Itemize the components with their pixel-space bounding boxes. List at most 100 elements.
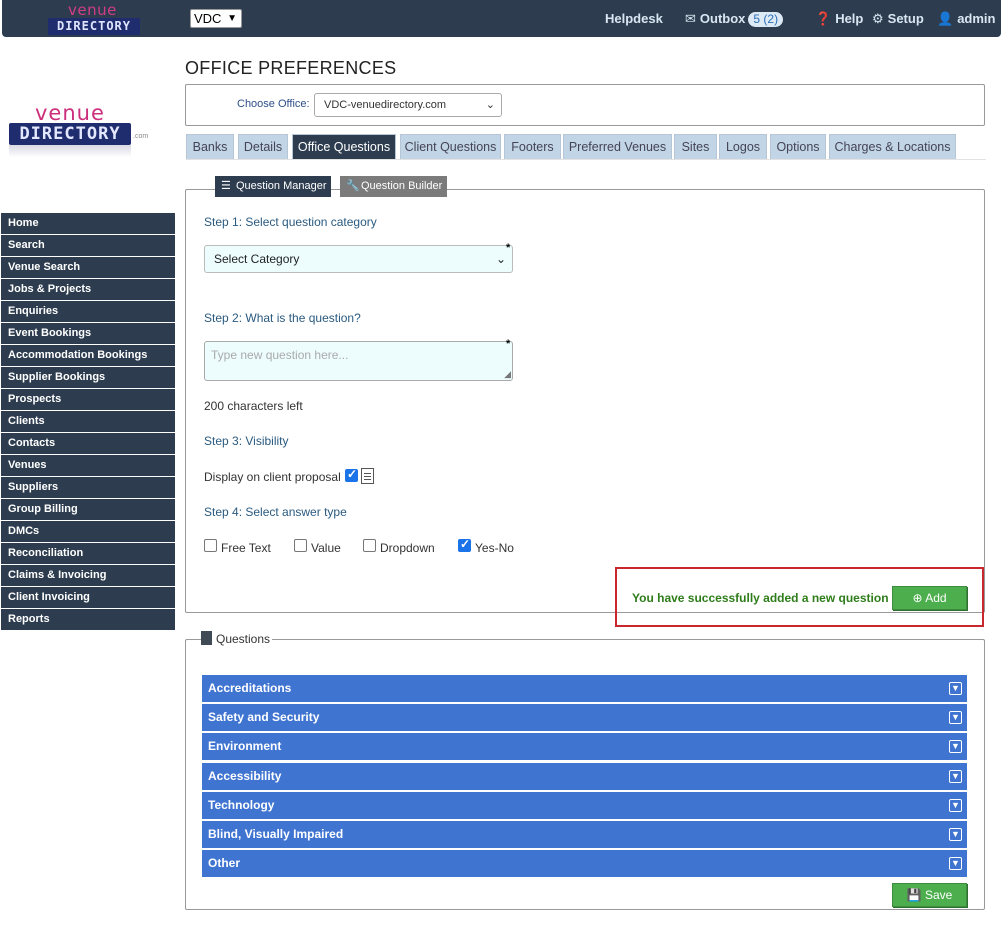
dropdown-label: Dropdown [380, 541, 435, 555]
envelope-icon: ✉ [685, 11, 696, 26]
expand-caret-icon[interactable]: ▼ [949, 682, 962, 695]
question-manager-button[interactable]: ☰ Question Manager [215, 176, 331, 197]
question-placeholder: Type new question here... [211, 348, 349, 362]
top-navbar: venue DIRECTORY VDC ▼ Helpdesk ✉ Outbox 5 … [2, 0, 1001, 37]
choose-office-value: VDC-venuedirectory.com [324, 99, 447, 111]
top-logo[interactable]: venue DIRECTORY [46, 1, 142, 35]
question-textarea[interactable]: Type new question here... ◢ [204, 341, 513, 381]
expand-caret-icon[interactable]: ▼ [949, 740, 962, 753]
sidebar-item-reports[interactable]: Reports [1, 609, 175, 630]
sidebar-item-supplier-bookings[interactable]: Supplier Bookings [1, 367, 175, 388]
category-select[interactable]: Select Category ⌄ [204, 245, 513, 273]
tab-office-questions[interactable]: Office Questions [292, 134, 396, 159]
characters-left-text: 200 characters left [204, 399, 303, 413]
questions-legend: Questions [201, 631, 273, 646]
category-row-blind-visually-impaired[interactable]: Blind, Visually Impaired ▼ [202, 821, 967, 848]
tab-preferred-venues[interactable]: Preferred Venues [563, 134, 672, 159]
sidebar-item-venue-search[interactable]: Venue Search [1, 257, 175, 278]
logo-venue-text: venue [68, 1, 117, 19]
sidebar-item-prospects[interactable]: Prospects [1, 389, 175, 410]
category-row-safety-security[interactable]: Safety and Security ▼ [202, 704, 967, 731]
expand-caret-icon[interactable]: ▼ [949, 799, 962, 812]
tab-footers[interactable]: Footers [504, 134, 561, 159]
sidebar-item-group-billing[interactable]: Group Billing [1, 499, 175, 520]
outbox-label: Outbox [699, 11, 746, 26]
setup-link[interactable]: ⚙ Setup [872, 11, 924, 27]
display-on-proposal-label: Display on client proposal [204, 470, 341, 484]
free-text-label: Free Text [221, 541, 271, 555]
expand-caret-icon[interactable]: ▼ [949, 770, 962, 783]
sidebar-item-event-bookings[interactable]: Event Bookings [1, 323, 175, 344]
tab-banks[interactable]: Banks [186, 134, 234, 159]
wrench-icon: 🔧 [346, 180, 360, 192]
free-text-checkbox[interactable] [204, 539, 217, 552]
helpdesk-link[interactable]: Helpdesk [605, 11, 663, 26]
user-menu[interactable]: 👤 admin [937, 11, 995, 27]
sidebar-item-reconciliation[interactable]: Reconciliation [1, 543, 175, 564]
category-row-accessibility[interactable]: Accessibility ▼ [202, 763, 967, 790]
tab-details[interactable]: Details [238, 134, 288, 159]
document-icon[interactable] [361, 468, 374, 484]
plus-circle-icon: ⊕ [912, 591, 923, 605]
gear-icon: ⚙ [872, 11, 884, 26]
category-row-technology[interactable]: Technology ▼ [202, 792, 967, 819]
category-row-other[interactable]: Other ▼ [202, 850, 967, 877]
tab-options[interactable]: Options [770, 134, 826, 159]
tab-sites[interactable]: Sites [674, 134, 717, 159]
required-marker: * [506, 338, 511, 350]
sidebar-logo-suffix: .com [133, 133, 149, 140]
category-row-environment[interactable]: Environment ▼ [202, 733, 967, 760]
help-link[interactable]: ❓ Help [815, 11, 863, 27]
category-value: Select Category [214, 252, 300, 266]
display-on-proposal-checkbox[interactable] [345, 467, 358, 482]
value-label: Value [311, 541, 341, 555]
add-label: Add [925, 591, 947, 605]
yes-no-label: Yes-No [475, 541, 514, 555]
expand-caret-icon[interactable]: ▼ [949, 711, 962, 724]
sidebar-item-search[interactable]: Search [1, 235, 175, 256]
logo-directory-text: DIRECTORY [48, 18, 140, 35]
expand-caret-icon[interactable]: ▼ [949, 828, 962, 841]
category-row-label: Environment [208, 739, 282, 753]
category-row-label: Blind, Visually Impaired [208, 827, 344, 841]
chevron-down-icon: ▼ [227, 13, 237, 24]
tab-charges-locations[interactable]: Charges & Locations [829, 134, 956, 159]
sidebar-item-dmcs[interactable]: DMCs [1, 521, 175, 542]
page-title: OFFICE PREFERENCES [185, 58, 397, 78]
expand-caret-icon[interactable]: ▼ [949, 857, 962, 870]
questions-legend-label: Questions [216, 632, 271, 646]
category-row-accreditations[interactable]: Accreditations ▼ [202, 675, 967, 702]
yes-no-checkbox[interactable] [458, 537, 471, 552]
sidebar-item-client-invoicing[interactable]: Client Invoicing [1, 587, 175, 608]
dropdown-checkbox[interactable] [363, 539, 376, 552]
step3-label: Step 3: Visibility [204, 434, 289, 448]
category-row-label: Other [208, 856, 241, 870]
sidebar-item-jobs-projects[interactable]: Jobs & Projects [1, 279, 175, 300]
building-icon [201, 631, 212, 645]
choose-office-select[interactable]: VDC-venuedirectory.com ⌄ [314, 93, 502, 117]
sidebar-item-enquiries[interactable]: Enquiries [1, 301, 175, 322]
resize-grip-icon[interactable]: ◢ [504, 369, 511, 380]
sidebar-item-contacts[interactable]: Contacts [1, 433, 175, 454]
sidebar-item-suppliers[interactable]: Suppliers [1, 477, 175, 498]
tab-logos[interactable]: Logos [719, 134, 767, 159]
save-button[interactable]: 💾 Save [892, 883, 967, 907]
sidebar-logo-directory: DIRECTORY [9, 123, 131, 145]
sidebar-item-clients[interactable]: Clients [1, 411, 175, 432]
sidebar-item-home[interactable]: Home [1, 213, 175, 234]
sidebar-item-accommodation-bookings[interactable]: Accommodation Bookings [1, 345, 175, 366]
save-label: Save [924, 888, 953, 902]
tab-client-questions[interactable]: Client Questions [400, 134, 501, 159]
outbox-link[interactable]: ✉ Outbox 5 (2) [685, 11, 784, 27]
value-checkbox[interactable] [294, 539, 307, 552]
sidebar-item-claims-invoicing[interactable]: Claims & Invoicing [1, 565, 175, 586]
sidebar-logo[interactable]: venue DIRECTORY .com [9, 101, 149, 161]
office-code-select[interactable]: VDC ▼ [190, 9, 242, 28]
category-row-label: Accreditations [208, 681, 292, 695]
add-question-button[interactable]: ⊕ Add [892, 586, 967, 610]
sidebar-item-venues[interactable]: Venues [1, 455, 175, 476]
step2-label: Step 2: What is the question? [204, 311, 361, 325]
setup-label: Setup [887, 11, 924, 26]
required-marker: * [506, 242, 511, 254]
question-builder-button[interactable]: 🔧 Question Builder [340, 176, 447, 197]
